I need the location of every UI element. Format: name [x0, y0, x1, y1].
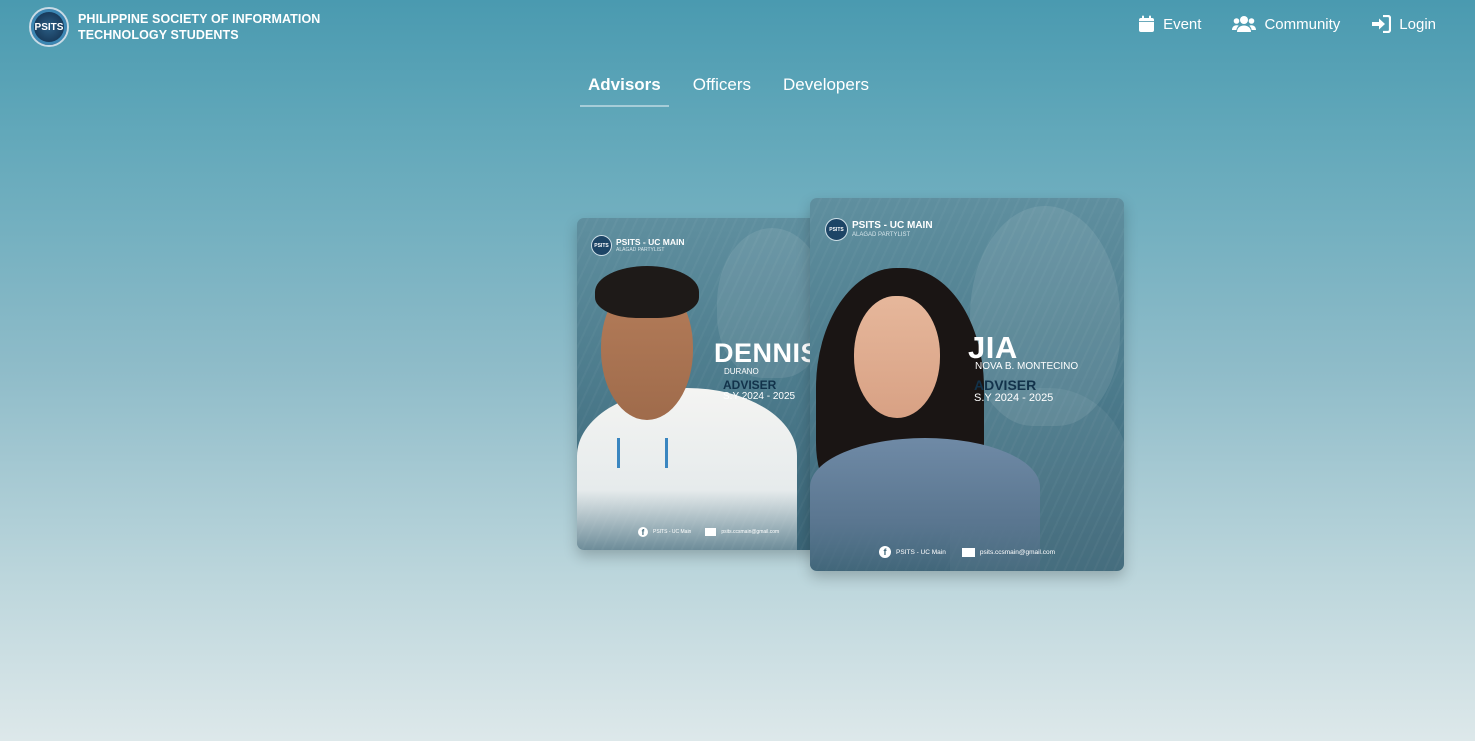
card-facebook: f PSITS - UC Main — [879, 546, 946, 558]
nav-community[interactable]: Community — [1232, 15, 1340, 33]
advisor-school-year: S.Y 2024 - 2025 — [974, 392, 1054, 404]
card-org-sub: ALAGAD PARTYLIST — [616, 246, 665, 253]
advisor-first-name: JIA — [968, 330, 1018, 365]
brand[interactable]: PSITS PHILIPPINE SOCIETY OF INFORMATION … — [29, 7, 320, 47]
card-contact-row: f PSITS - UC Main psits.ccsmain@gmail.co… — [879, 546, 1055, 558]
card-logo: PSITS — [591, 235, 612, 256]
advisor-first-name: DENNIS — [714, 338, 820, 368]
card-email-label: psits.ccsmain@gmail.com — [979, 548, 1056, 556]
nav-event-label: Event — [1163, 15, 1202, 33]
mail-icon — [961, 547, 975, 557]
people-tabs: Advisors Officers Developers — [580, 72, 893, 107]
mail-icon — [705, 528, 717, 536]
users-icon — [1232, 16, 1257, 32]
nav-community-label: Community — [1264, 15, 1341, 33]
card-email: psits.ccsmain@gmail.com — [705, 528, 779, 536]
calendar-icon — [1139, 15, 1155, 32]
facebook-icon: f — [638, 527, 648, 537]
card-org-sub: ALAGAD PARTYLIST — [852, 232, 911, 238]
card-org-name: PSITS - UC MAIN — [616, 237, 685, 248]
advisor-role: ADVISER — [723, 378, 777, 392]
advisor-last-name: DURANO — [724, 367, 759, 376]
login-icon — [1372, 15, 1392, 33]
org-title-line1: PHILIPPINE SOCIETY OF INFORMATION — [78, 12, 321, 26]
tab-officers[interactable]: Officers — [685, 72, 759, 103]
card-facebook-label: PSITS - UC Main — [896, 548, 946, 556]
card-facebook: f PSITS - UC Main — [638, 527, 691, 537]
top-nav: Event Community Login — [1138, 15, 1436, 33]
nav-event[interactable]: Event — [1138, 15, 1201, 33]
portrait-face — [854, 296, 940, 418]
card-contact-row: f PSITS - UC Main psits.ccsmain@gmail.co… — [638, 527, 779, 537]
advisor-last-name: NOVA B. MONTECINO — [975, 361, 1079, 372]
portrait-hair — [595, 266, 699, 318]
tab-developers[interactable]: Developers — [775, 72, 877, 103]
facebook-icon: f — [879, 546, 891, 558]
nav-login[interactable]: Login — [1371, 15, 1436, 33]
portrait-collar — [617, 438, 668, 468]
psits-logo: PSITS — [29, 7, 69, 47]
advisor-role: ADVISER — [974, 377, 1037, 393]
tab-advisors[interactable]: Advisors — [580, 72, 669, 107]
card-org-name: PSITS - UC MAIN — [852, 220, 933, 231]
card-email: psits.ccsmain@gmail.com — [961, 547, 1056, 557]
advisor-card-dennis[interactable]: PSITS PSITS - UC MAIN ALAGAD PARTYLIST D… — [577, 218, 823, 550]
portrait-body — [577, 388, 797, 550]
nav-login-label: Login — [1399, 15, 1436, 33]
card-email-label: psits.ccsmain@gmail.com — [721, 529, 780, 535]
org-title-line2: TECHNOLOGY STUDENTS — [78, 28, 239, 42]
card-org-header: PSITS PSITS - UC MAIN ALAGAD PARTYLIST — [591, 235, 684, 256]
card-org-header: PSITS PSITS - UC MAIN ALAGAD PARTYLIST — [825, 218, 933, 241]
card-facebook-label: PSITS - UC Main — [653, 529, 692, 535]
org-title: PHILIPPINE SOCIETY OF INFORMATION TECHNO… — [78, 11, 320, 43]
advisor-card-jia[interactable]: PSITS PSITS - UC MAIN ALAGAD PARTYLIST J… — [810, 198, 1124, 571]
card-logo: PSITS — [825, 218, 848, 241]
advisor-school-year: S.Y 2024 - 2025 — [723, 391, 796, 402]
